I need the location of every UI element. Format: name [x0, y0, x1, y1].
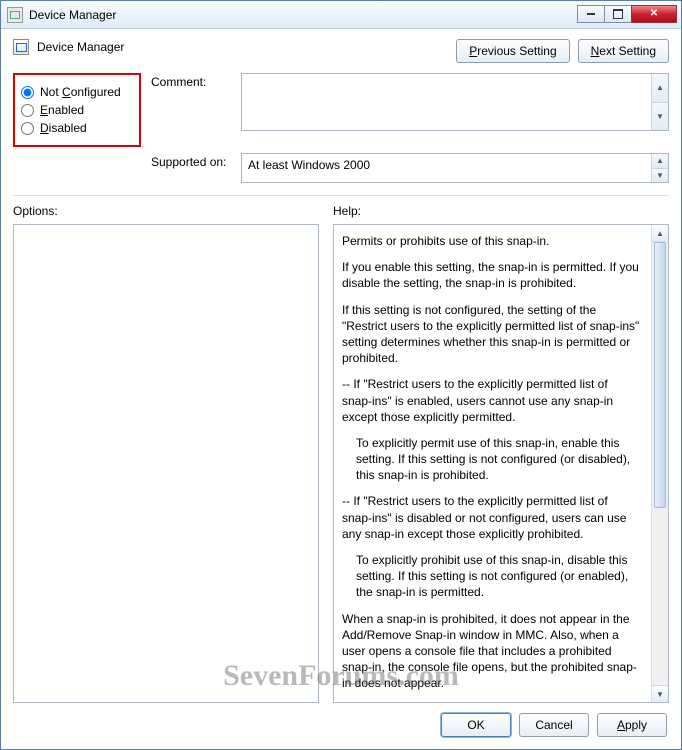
- supported-on-value: At least Windows 2000: [248, 158, 370, 172]
- previous-setting-button[interactable]: Previous Setting: [456, 39, 569, 63]
- supported-label: Supported on:: [151, 153, 241, 183]
- maximize-button[interactable]: [604, 5, 632, 23]
- footer-buttons: OK Cancel Apply: [13, 703, 669, 739]
- comment-spin-up[interactable]: ▲: [652, 74, 668, 103]
- supported-spinner: ▲ ▼: [651, 154, 668, 182]
- options-pane: [13, 224, 319, 703]
- scroll-up-icon[interactable]: ▲: [652, 225, 668, 242]
- options-heading: Options:: [13, 204, 319, 218]
- comment-label: Comment:: [151, 73, 241, 147]
- titlebar-text: Device Manager: [29, 8, 578, 22]
- apply-button[interactable]: Apply: [597, 713, 667, 737]
- radio-enabled[interactable]: Enabled: [19, 103, 129, 117]
- comment-textarea[interactable]: ▲ ▼: [241, 73, 669, 131]
- dialog-window: Device Manager Device Manager Previous S…: [0, 0, 682, 750]
- window-controls: [578, 5, 677, 25]
- radio-disabled[interactable]: Disabled: [19, 121, 129, 135]
- scroll-thumb[interactable]: [654, 242, 666, 508]
- divider: [13, 195, 669, 196]
- app-icon: [7, 7, 23, 23]
- comment-spin-down[interactable]: ▼: [652, 103, 668, 131]
- supported-on-box: At least Windows 2000 ▲ ▼: [241, 153, 669, 183]
- help-text: Permits or prohibits use of this snap-in…: [334, 225, 651, 702]
- next-setting-button[interactable]: Next Setting: [578, 39, 669, 63]
- help-scrollbar[interactable]: ▲ ▼: [651, 225, 668, 702]
- radio-not-configured-input[interactable]: [21, 86, 34, 99]
- help-pane: Permits or prohibits use of this snap-in…: [333, 224, 669, 703]
- radio-enabled-input[interactable]: [21, 104, 34, 117]
- scroll-down-icon[interactable]: ▼: [652, 685, 668, 702]
- supported-spin-down[interactable]: ▼: [652, 169, 668, 183]
- radio-not-configured[interactable]: Not Configured: [19, 85, 129, 99]
- radio-disabled-input[interactable]: [21, 122, 34, 135]
- ok-button[interactable]: OK: [441, 713, 511, 737]
- help-heading: Help:: [333, 204, 361, 218]
- cancel-button[interactable]: Cancel: [519, 713, 589, 737]
- policy-title: Device Manager: [37, 40, 124, 54]
- comment-spinner: ▲ ▼: [651, 74, 668, 130]
- state-radio-group: Not Configured Enabled Disabled: [13, 73, 141, 147]
- policy-icon: [13, 39, 29, 55]
- supported-spin-up[interactable]: ▲: [652, 154, 668, 169]
- minimize-button[interactable]: [577, 5, 605, 23]
- dialog-body: Device Manager Previous Setting Next Set…: [1, 29, 681, 749]
- titlebar: Device Manager: [1, 1, 681, 29]
- close-button[interactable]: [631, 5, 677, 23]
- scroll-track[interactable]: [652, 242, 668, 685]
